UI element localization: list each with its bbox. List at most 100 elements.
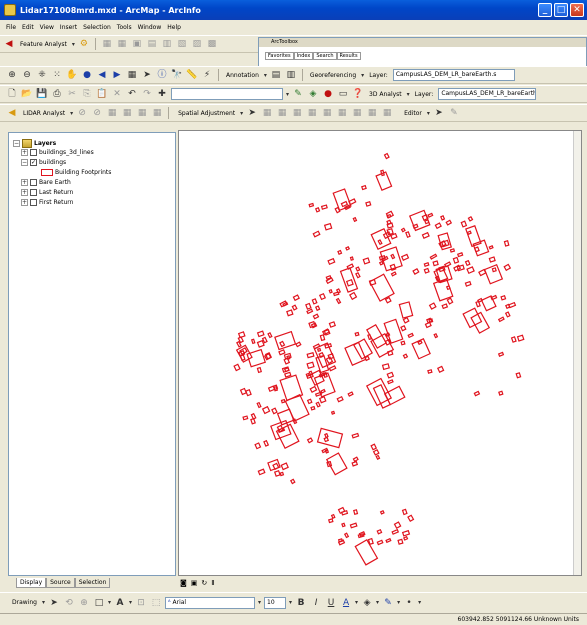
back-extent-icon[interactable]: ◀ — [96, 69, 108, 81]
gear-icon[interactable]: ⚙ — [78, 38, 90, 50]
chevron-down-icon[interactable]: ▾ — [289, 599, 292, 606]
find-icon[interactable]: 🔭 — [171, 69, 183, 81]
chevron-down-icon[interactable]: ▾ — [376, 599, 379, 606]
vertical-scrollbar[interactable] — [573, 131, 581, 575]
expand-icon[interactable]: + — [21, 189, 28, 196]
menu-tools[interactable]: Tools — [117, 24, 132, 31]
map-scale-input[interactable] — [171, 88, 283, 100]
chevron-down-icon[interactable]: ▾ — [72, 41, 75, 48]
toc-layer-bare-earth[interactable]: + Bare Earth — [21, 179, 71, 186]
zoom-out-icon[interactable]: ⊖ — [21, 69, 33, 81]
arctoolbox-icon[interactable]: ● — [322, 88, 334, 100]
chevron-down-icon[interactable]: ▾ — [418, 599, 421, 606]
collapse-icon[interactable]: − — [21, 159, 28, 166]
chevron-down-icon[interactable]: ▾ — [240, 110, 243, 117]
font-color-icon[interactable]: A — [340, 597, 352, 609]
bold-button[interactable]: B — [295, 597, 307, 609]
chevron-down-icon[interactable]: ▾ — [361, 72, 364, 79]
line-color-icon[interactable]: ✎ — [382, 597, 394, 609]
toc-layer-buildings-3d-lines[interactable]: + buildings_3d_lines — [21, 149, 94, 156]
layer-visibility-checkbox[interactable] — [30, 189, 37, 196]
minimize-button[interactable]: _ — [538, 3, 552, 17]
toc-layer-buildings[interactable]: − ✓ buildings — [21, 159, 66, 166]
drawing-menu[interactable]: Drawing — [10, 599, 39, 606]
select-elements-icon[interactable]: ➤ — [141, 69, 153, 81]
menu-help[interactable]: Help — [167, 24, 181, 31]
menu-insert[interactable]: Insert — [60, 24, 77, 31]
tab-results[interactable]: Results — [336, 52, 361, 60]
layout-view-icon[interactable]: ▣ — [191, 579, 198, 587]
menu-window[interactable]: Window — [138, 24, 162, 31]
toc-layer-last-return[interactable]: + Last Return — [21, 189, 73, 196]
annotation-tool-icon[interactable]: ▥ — [285, 69, 297, 81]
layer-visibility-checkbox[interactable] — [30, 179, 37, 186]
menu-edit[interactable]: Edit — [22, 24, 34, 31]
font-size-select[interactable]: 10 — [264, 596, 287, 609]
tab-index[interactable]: Index — [293, 52, 314, 60]
chevron-down-icon[interactable]: ▾ — [264, 72, 267, 79]
hyperlink-icon[interactable]: ⚡ — [201, 69, 213, 81]
expand-icon[interactable]: + — [21, 149, 28, 156]
toc-icon[interactable]: ◈ — [307, 88, 319, 100]
marker-color-icon[interactable]: • — [403, 597, 415, 609]
menu-file[interactable]: File — [6, 24, 16, 31]
fixed-zoom-in-icon[interactable]: ⁜ — [36, 69, 48, 81]
italic-button[interactable]: I — [310, 597, 322, 609]
edit-tool-icon[interactable]: ➤ — [433, 107, 445, 119]
toc-layer-first-return[interactable]: + First Return — [21, 199, 73, 206]
add-data-icon[interactable]: ✚ — [156, 88, 168, 100]
text-icon[interactable]: A — [114, 597, 126, 609]
command-line-icon[interactable]: ▭ — [337, 88, 349, 100]
print-icon[interactable]: ⎙ — [51, 88, 63, 100]
new-document-icon[interactable]: 🗋 — [6, 88, 18, 100]
tab-selection[interactable]: Selection — [74, 578, 111, 588]
tab-favorites[interactable]: Favorites — [265, 52, 294, 60]
collapse-icon[interactable]: − — [13, 140, 20, 147]
refresh-icon[interactable]: ↻ — [201, 579, 207, 587]
chevron-down-icon[interactable]: ▾ — [70, 110, 73, 117]
chevron-down-icon[interactable]: ▾ — [258, 599, 261, 606]
open-folder-icon[interactable]: 📂 — [21, 88, 33, 100]
3d-layer-select[interactable]: CampusLAS_DEM_LR_bareEarth — [438, 88, 537, 100]
save-icon[interactable]: 💾 — [36, 88, 48, 100]
tab-search[interactable]: Search — [313, 52, 337, 60]
zoom-in-icon[interactable]: ⊕ — [6, 69, 18, 81]
fill-color-icon[interactable]: ◈ — [361, 597, 373, 609]
chevron-down-icon[interactable]: ▾ — [129, 599, 132, 606]
data-view-icon[interactable]: ◙ — [180, 579, 187, 587]
rectangle-icon[interactable]: □ — [93, 597, 105, 609]
editor-toolbar-icon[interactable]: ✎ — [292, 88, 304, 100]
chevron-down-icon[interactable]: ▾ — [42, 599, 45, 606]
chevron-down-icon[interactable]: ▾ — [407, 91, 410, 98]
select-features-icon[interactable]: ▦ — [126, 69, 138, 81]
undo-icon[interactable]: ↶ — [126, 88, 138, 100]
toc-layers-root[interactable]: − Layers — [13, 139, 56, 148]
chevron-down-icon[interactable]: ▾ — [355, 599, 358, 606]
3d-analyst-menu[interactable]: 3D Analyst — [367, 91, 404, 98]
select-elements-icon[interactable]: ➤ — [48, 597, 60, 609]
editor-menu[interactable]: Editor — [402, 110, 424, 117]
feature-analyst-menu[interactable]: Feature Analyst — [18, 41, 69, 48]
menu-view[interactable]: View — [40, 24, 54, 31]
georef-layer-select[interactable]: CampusLAS_DEM_LR_bareEarth.s — [392, 69, 515, 81]
georeferencing-menu[interactable]: Georeferencing — [308, 72, 358, 79]
font-name-select[interactable]: ᴬ Arial — [165, 596, 255, 609]
annotation-tool-icon[interactable]: ▤ — [270, 69, 282, 81]
menu-selection[interactable]: Selection — [83, 24, 111, 31]
identify-icon[interactable]: ⓘ — [156, 69, 168, 81]
pause-icon[interactable]: Ⅱ — [211, 579, 214, 587]
lidar-analyst-menu[interactable]: LIDAR Analyst — [21, 110, 67, 117]
layer-visibility-checkbox[interactable] — [30, 149, 37, 156]
chevron-down-icon[interactable]: ▾ — [286, 91, 289, 98]
underline-button[interactable]: U — [325, 597, 337, 609]
lidar-analyst-icon[interactable]: ◀ — [6, 107, 18, 119]
feature-analyst-icon[interactable]: ◀ — [3, 38, 15, 50]
map-view[interactable] — [178, 130, 582, 576]
paste-icon[interactable]: 📋 — [96, 88, 108, 100]
tab-source[interactable]: Source — [46, 578, 75, 588]
annotation-menu[interactable]: Annotation — [224, 72, 261, 79]
spatial-adjustment-menu[interactable]: Spatial Adjustment — [176, 110, 237, 117]
expand-icon[interactable]: + — [21, 179, 28, 186]
pan-icon[interactable]: ✋ — [66, 69, 78, 81]
forward-extent-icon[interactable]: ▶ — [111, 69, 123, 81]
